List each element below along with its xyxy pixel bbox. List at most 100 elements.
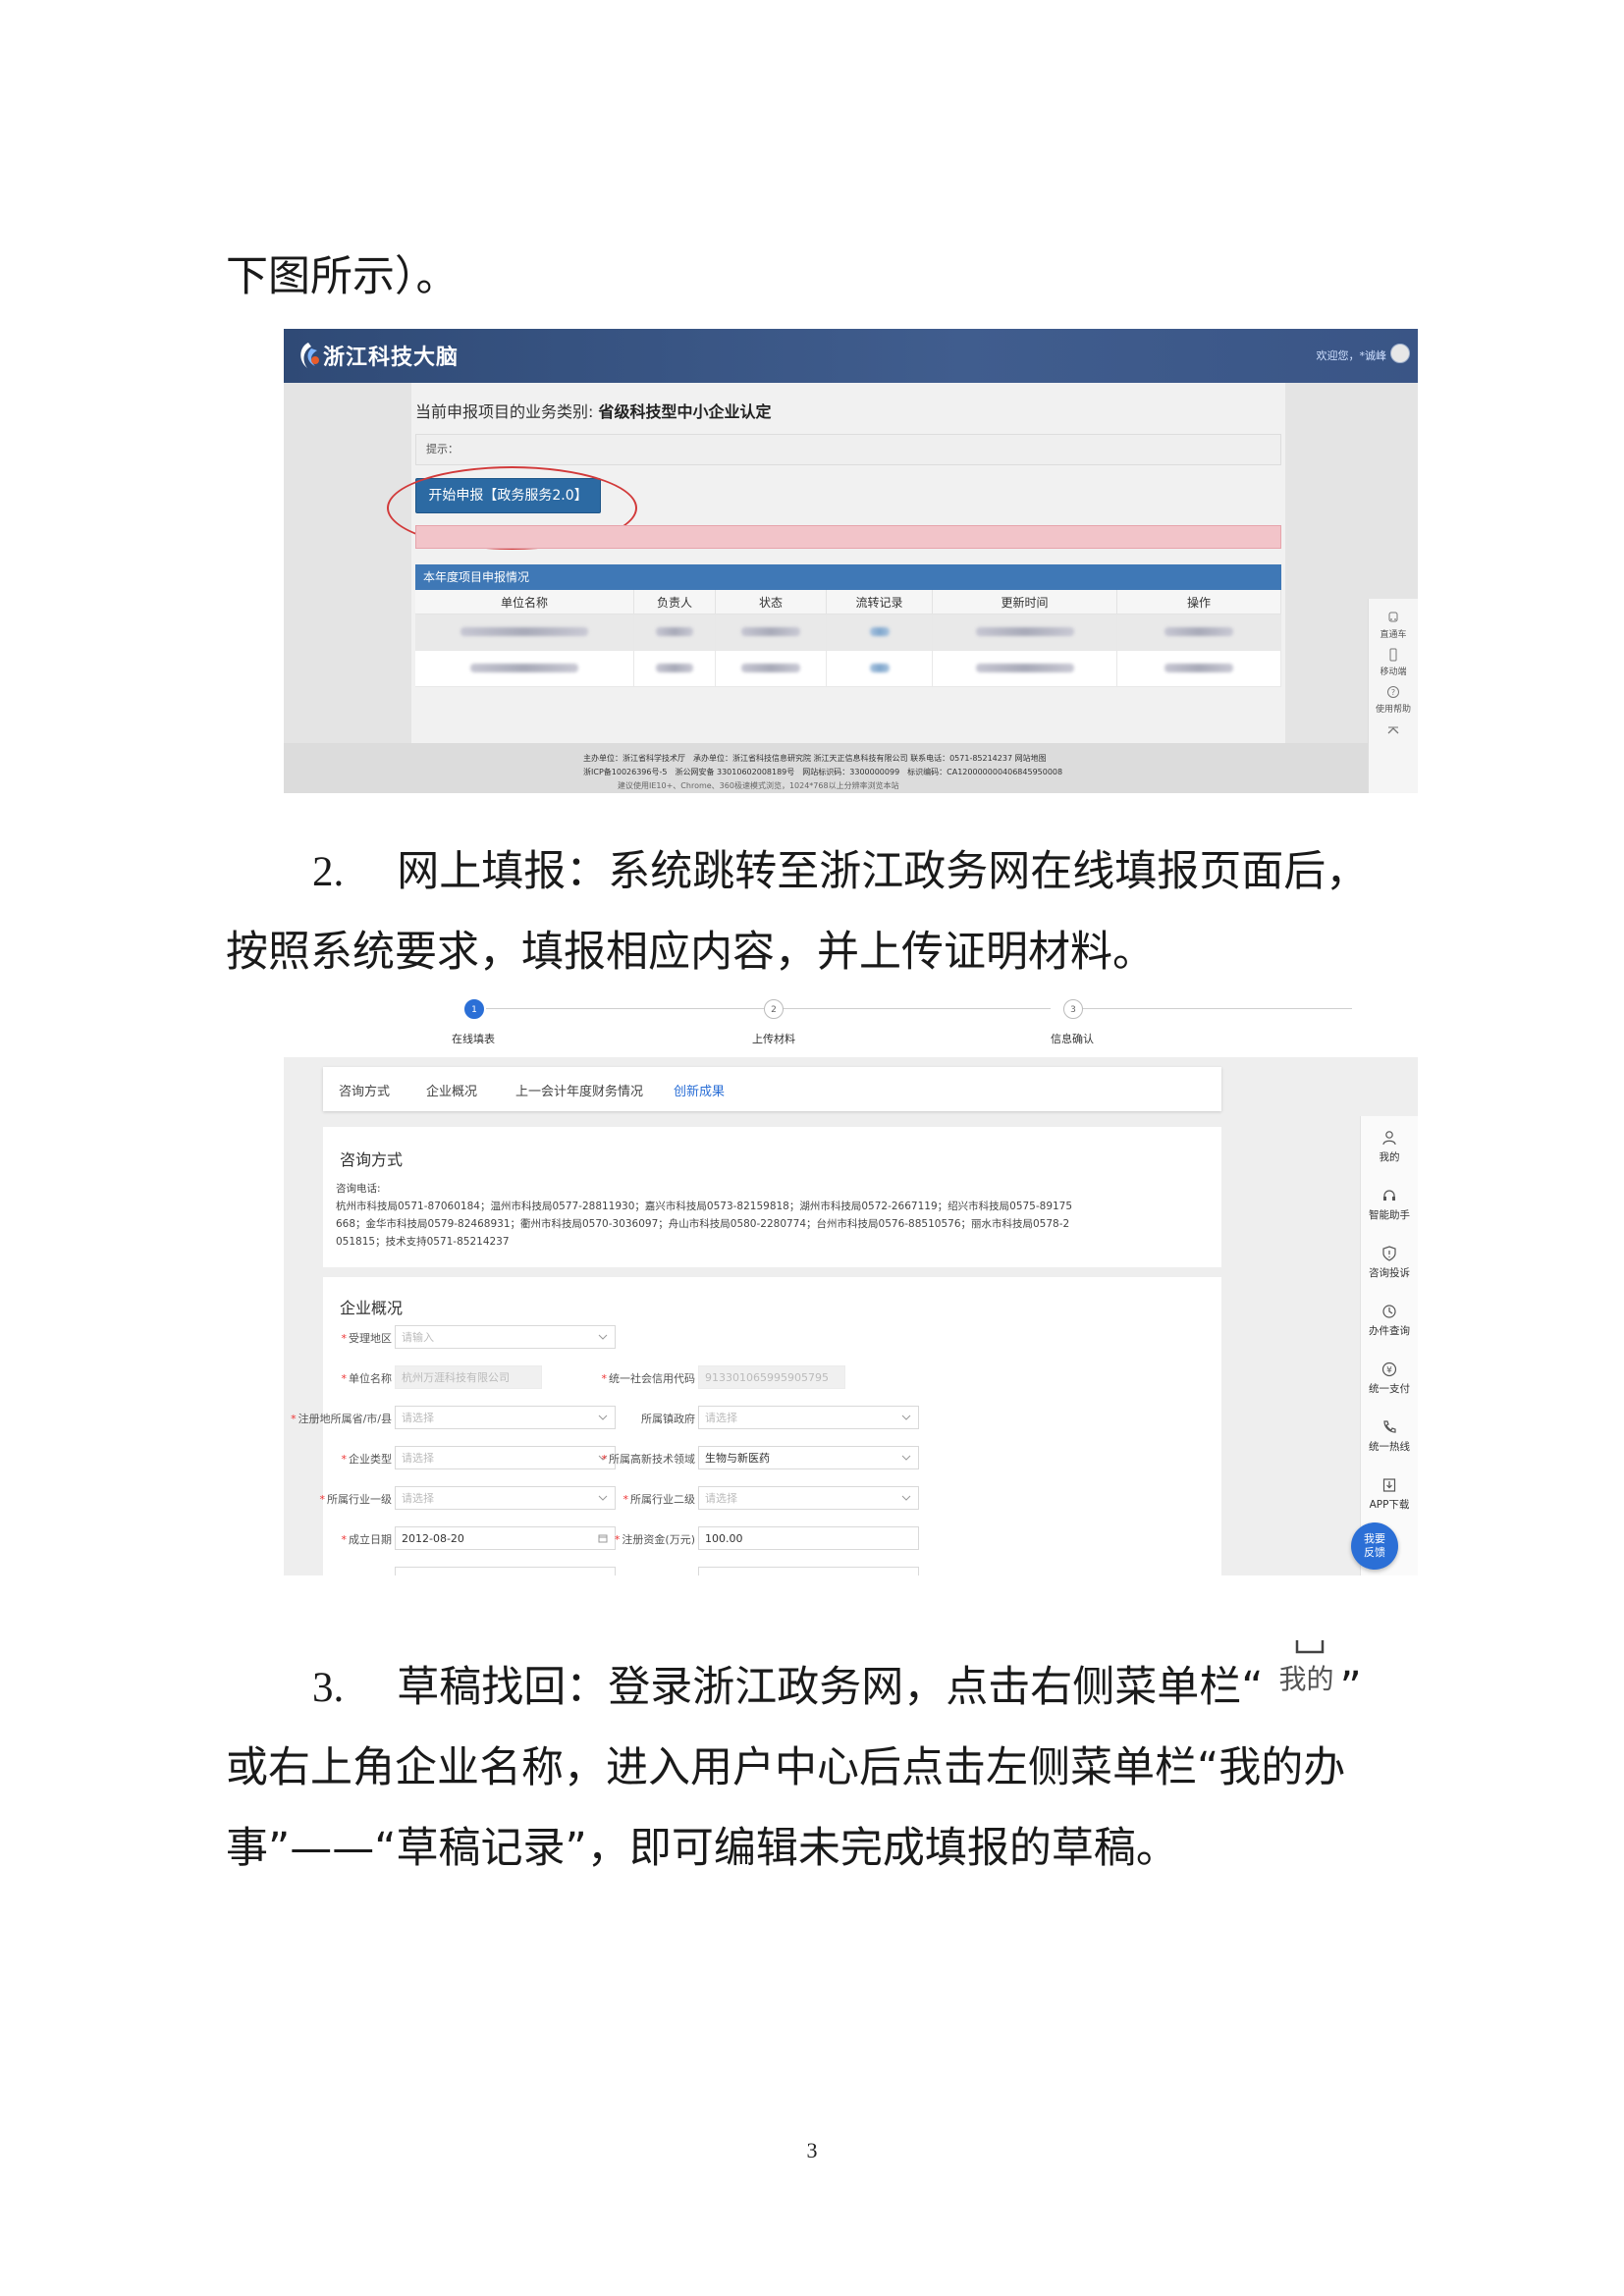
sidebar-item-mine[interactable]: 我的 (1361, 1130, 1418, 1164)
sidebar-item-hotline[interactable]: 统一热线 (1361, 1419, 1418, 1454)
svg-text:?: ? (1391, 688, 1395, 697)
industry-l2-label: * 所属行业二级 (623, 1493, 696, 1506)
chevron-down-icon (598, 1334, 608, 1340)
credit-code-field: 913301065995905795 (698, 1365, 845, 1389)
business-value: 省级科技型中小企业认定 (598, 402, 772, 421)
welcome-user[interactable]: 欢迎您，*诚峰 (1317, 347, 1387, 363)
hitech-field-label: * 所属高新技术领域 (601, 1453, 696, 1466)
train-icon (1388, 612, 1398, 622)
sidebar-item-payment[interactable]: ¥ 统一支付 (1361, 1362, 1418, 1396)
chevron-down-icon (901, 1495, 911, 1501)
consult-title: 咨询方式 (340, 1150, 404, 1169)
avatar[interactable] (1390, 344, 1410, 363)
feedback-button[interactable]: 我要 反馈 (1351, 1522, 1398, 1570)
unit-name-label: * 单位名称 (341, 1372, 393, 1385)
step3-number: 3. (312, 1665, 345, 1711)
screenshot-declaration-page: 浙江科技大脑 欢迎您，*诚峰 当前申报项目的业务类别: 省级科技型中小企业认定 … (284, 329, 1418, 793)
sidebar-item-app[interactable]: APP下载 (1361, 1477, 1418, 1512)
consult-line: 杭州市科技局0571-87060184；温州市科技局0577-28811930；… (336, 1201, 1073, 1212)
screenshot-online-form: 1 2 3 在线填表 上传材料 信息确认 咨询方式 企业概况 上一会计年度财务情… (284, 987, 1418, 1575)
sidebar-item-assistant[interactable]: 智能助手 (1361, 1188, 1418, 1222)
step-3-dot: 3 (1063, 999, 1083, 1019)
area-select[interactable]: 请输入 (395, 1325, 616, 1349)
mobile-icon (1389, 648, 1397, 662)
area-label: * 受理地区 (341, 1332, 393, 1345)
col-unit-name: 单位名称 (415, 590, 634, 614)
shield-icon (1382, 1246, 1396, 1261)
step2-line2: 按照系统要求，填报相应内容，并上传证明材料。 (226, 928, 1155, 977)
right-sidebar: 我的 智能助手 咨询投诉 办件查询 ¥ 统一支付 统一热线 APP下载 (1360, 1116, 1418, 1575)
step2-number: 2. (312, 849, 345, 895)
consult-line: 668；金华市科技局0579-82468931；衢州市科技局0570-30360… (336, 1218, 1070, 1230)
step-1-label: 在线填表 (452, 1033, 495, 1045)
sidebar-label: 统一热线 (1369, 1441, 1410, 1453)
cutoff-field (395, 1567, 616, 1575)
footer-line-3: 建议使用IE10+、Chrome、360极速模式浏览，1024*768以上分辨率… (618, 781, 899, 790)
step3-line2: 或右上角企业名称，进入用户中心后点击左侧菜单栏“我的办 (226, 1743, 1346, 1792)
tip-label: 提示： (426, 443, 459, 455)
tab-company[interactable]: 企业概况 (426, 1081, 477, 1099)
business-category: 当前申报项目的业务类别: 省级科技型中小企业认定 (415, 399, 772, 422)
table-row (415, 614, 1281, 651)
reg-region-label: * 注册地所属省/市/县 (291, 1413, 392, 1425)
side-label: 使用帮助 (1375, 705, 1411, 715)
sidebar-item-complaint[interactable]: 咨询投诉 (1361, 1246, 1418, 1280)
table-title: 本年度项目申报情况 (415, 564, 1281, 590)
sidebar-label: 我的 (1379, 1151, 1400, 1163)
back-to-top-button[interactable] (1369, 724, 1418, 741)
inline-mine-button-image: 我的 (1264, 1640, 1340, 1709)
step3-text-1: 草稿找回：登录浙江政务网，点击右侧菜单栏“ (397, 1663, 1264, 1712)
step-3-label: 信息确认 (1051, 1033, 1094, 1045)
feedback-label-2: 反馈 (1364, 1546, 1385, 1559)
history-icon (1382, 1305, 1396, 1318)
side-item-train[interactable]: 直通车 (1369, 611, 1418, 640)
consult-phones: 咨询电话: 杭州市科技局0571-87060184；温州市科技局0577-288… (336, 1180, 1200, 1251)
tab-finance[interactable]: 上一会计年度财务情况 (515, 1081, 643, 1099)
tab-consult[interactable]: 咨询方式 (339, 1081, 390, 1099)
form-tabs: 咨询方式 企业概况 上一会计年度财务情况 创新成果 (323, 1067, 1221, 1111)
user-icon (1295, 1640, 1324, 1654)
capital-input[interactable]: 100.00 (698, 1526, 919, 1550)
page-number: 3 (806, 2138, 818, 2163)
chevron-up-icon (1387, 726, 1399, 734)
chevron-down-icon (901, 1455, 911, 1461)
side-item-help[interactable]: ? 使用帮助 (1369, 685, 1418, 715)
sidebar-label: 咨询投诉 (1369, 1267, 1410, 1279)
step3-quote-close: ” (1339, 1663, 1362, 1712)
table-row (415, 650, 1281, 687)
step2-line1: 2. 网上填报：系统跳转至浙江政务网在线填报页面后， (312, 829, 1368, 915)
sidebar-label: 统一支付 (1369, 1383, 1410, 1395)
consult-line: 051815；技术支持0571-85214237 (336, 1236, 510, 1248)
side-item-mobile[interactable]: 移动端 (1369, 648, 1418, 677)
business-label: 当前申报项目的业务类别: (415, 402, 594, 421)
sidebar-item-query[interactable]: 办件查询 (1361, 1304, 1418, 1338)
table-header-row: 单位名称 负责人 状态 流转记录 更新时间 操作 (415, 590, 1281, 614)
step-1-dot: 1 (464, 999, 484, 1019)
progress-steps: 1 2 3 在线填表 上传材料 信息确认 (284, 987, 1418, 1057)
col-action: 操作 (1116, 590, 1281, 614)
chevron-down-icon (901, 1415, 911, 1420)
sidebar-label: 办件查询 (1369, 1325, 1410, 1337)
step-connector (1077, 1008, 1352, 1009)
industry-l2-select[interactable]: 请选择 (698, 1486, 919, 1510)
tab-innovation[interactable]: 创新成果 (674, 1081, 725, 1099)
col-owner: 负责人 (633, 590, 716, 614)
side-label: 直通车 (1380, 630, 1407, 640)
feedback-label-1: 我要 (1364, 1532, 1385, 1545)
unit-name-field: 杭州万涯科技有限公司 (395, 1365, 542, 1389)
intro-line: 下图所示）。 (226, 252, 459, 301)
company-title: 企业概况 (340, 1299, 404, 1317)
town-gov-select[interactable]: 请选择 (698, 1406, 919, 1429)
sidebar-label: APP下载 (1369, 1499, 1410, 1511)
hitech-field-select[interactable]: 生物与新医药 (698, 1446, 919, 1469)
alert-bar (415, 525, 1281, 549)
user-icon (1382, 1131, 1396, 1146)
headset-icon (1383, 1190, 1395, 1201)
side-toolbar: 直通车 移动端 ? 使用帮助 (1368, 599, 1418, 793)
col-update-time: 更新时间 (932, 590, 1117, 614)
logo-icon (300, 343, 319, 368)
company-card: 企业概况 * 受理地区 请输入 * 单位名称 杭州万涯科技有限公司 * 统一社会信用代… (291, 1277, 1221, 1575)
help-icon: ? (1387, 686, 1399, 698)
yen-icon: ¥ (1381, 1362, 1397, 1377)
col-status: 状态 (715, 590, 827, 614)
